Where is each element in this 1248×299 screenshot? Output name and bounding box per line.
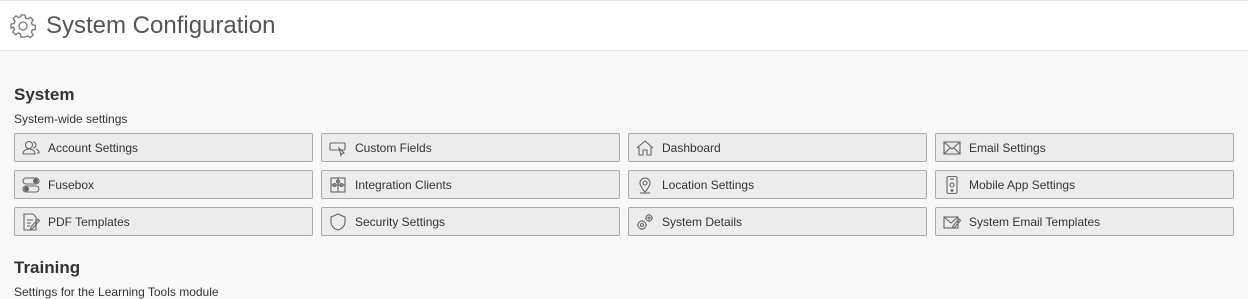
account-settings-button[interactable]: Account Settings [14,133,313,162]
document-edit-icon [21,212,41,232]
mobile-phone-icon [942,175,962,195]
tile-label: Account Settings [48,140,139,155]
system-section: System System-wide settings Account Sett… [0,85,1248,236]
pdf-templates-button[interactable]: PDF Templates [14,207,313,236]
section-description-system: System-wide settings [14,112,128,126]
section-heading-training: Training [14,258,81,277]
section-description-training: Settings for the Learning Tools module [14,285,219,299]
custom-fields-icon [328,138,348,158]
envelope-icon [942,138,962,158]
email-edit-icon [942,212,962,232]
page-title: System Configuration [46,11,276,39]
system-email-templates-button[interactable]: System Email Templates [935,207,1234,236]
email-settings-button[interactable]: Email Settings [935,133,1234,162]
mobile-app-settings-button[interactable]: Mobile App Settings [935,170,1234,199]
tile-label: Dashboard [662,140,721,155]
custom-fields-button[interactable]: Custom Fields [321,133,620,162]
location-settings-button[interactable]: Location Settings [628,170,927,199]
tile-label: Security Settings [355,214,446,229]
tile-label: Integration Clients [355,177,452,192]
tile-label: Location Settings [662,177,755,192]
integration-clients-button[interactable]: Integration Clients [321,170,620,199]
page-header: System Configuration [0,1,1248,51]
users-icon [21,138,41,158]
tile-label: System Email Templates [969,214,1101,229]
toggle-icon [21,175,41,195]
tile-label: Email Settings [969,140,1046,155]
puzzle-icon [328,175,348,195]
section-heading-system: System [14,85,75,104]
system-details-button[interactable]: System Details [628,207,927,236]
dashboard-button[interactable]: Dashboard [628,133,927,162]
map-pin-icon [635,175,655,195]
shield-icon [328,212,348,232]
gear-icon [10,13,36,39]
home-icon [635,138,655,158]
gears-icon [635,212,655,232]
security-settings-button[interactable]: Security Settings [321,207,620,236]
fusebox-button[interactable]: Fusebox [14,170,313,199]
tile-label: Mobile App Settings [969,177,1076,192]
training-section: Training Settings for the Learning Tools… [0,258,1248,299]
tile-label: PDF Templates [48,214,130,229]
tile-label: Custom Fields [355,140,432,155]
settings-grid: Account Settings Custom Fields Dashboard… [14,133,1248,236]
tile-label: System Details [662,214,743,229]
tile-label: Fusebox [48,177,95,192]
